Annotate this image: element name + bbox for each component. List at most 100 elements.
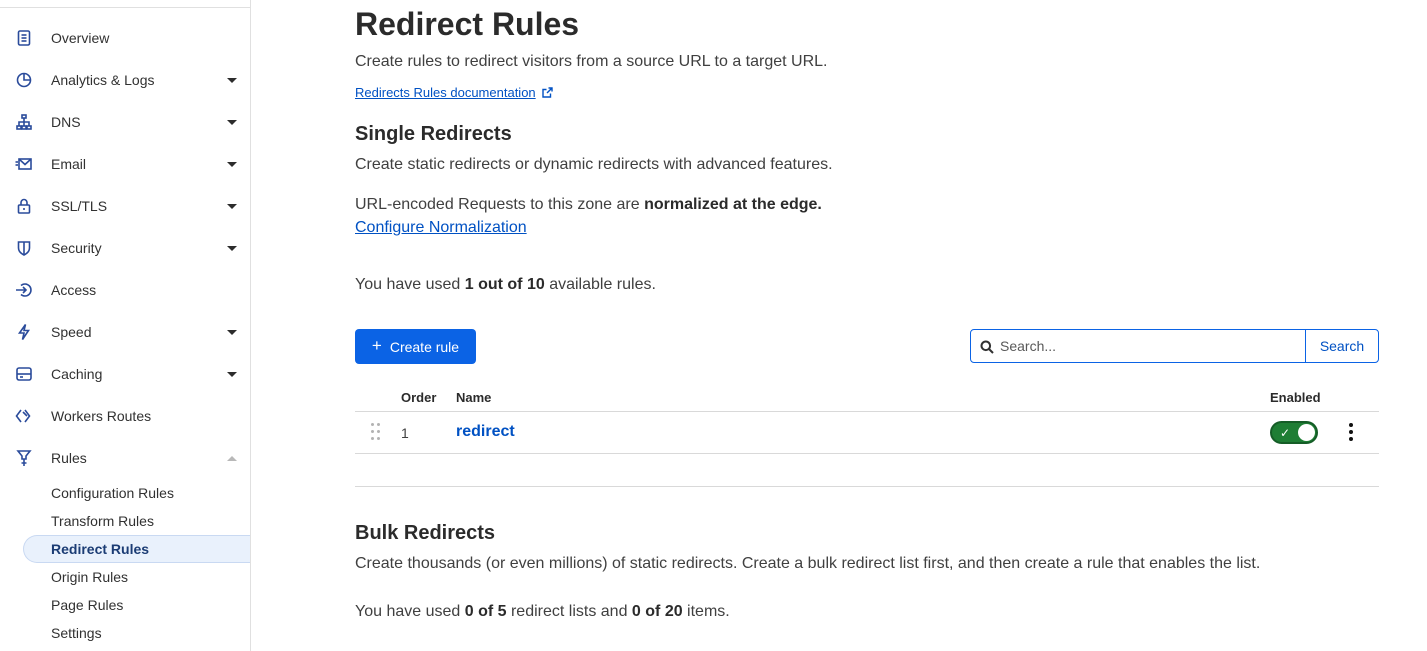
plus-icon: + bbox=[371, 336, 382, 355]
lightning-icon bbox=[14, 322, 34, 342]
sidebar-item-label: Analytics & Logs bbox=[51, 72, 155, 88]
sidebar-item-security[interactable]: Security bbox=[0, 227, 250, 269]
sidebar-subitem-page-rules[interactable]: Page Rules bbox=[23, 591, 250, 619]
external-link-icon bbox=[541, 87, 553, 98]
sidebar-item-label: Access bbox=[51, 282, 97, 298]
usage-prefix: You have used bbox=[355, 276, 465, 293]
more-options-icon[interactable] bbox=[1345, 422, 1357, 444]
chevron-up-icon[interactable] bbox=[227, 456, 237, 461]
bulk-usage-text: You have used 0 of 5 redirect lists and … bbox=[355, 603, 730, 621]
sidebar-subitem-configuration-rules[interactable]: Configuration Rules bbox=[23, 479, 250, 507]
network-icon bbox=[14, 112, 34, 132]
rules-usage-text: You have used 1 out of 10 available rule… bbox=[355, 276, 656, 294]
chevron-down-icon[interactable] bbox=[227, 246, 237, 251]
rule-name-link[interactable]: redirect bbox=[456, 423, 515, 441]
workers-icon bbox=[14, 406, 34, 426]
sidebar-item-email[interactable]: Email bbox=[0, 143, 250, 185]
sidebar-item-analytics-logs[interactable]: Analytics & Logs bbox=[0, 59, 250, 101]
email-icon bbox=[14, 154, 34, 174]
normalization-prefix: URL-encoded Requests to this zone are bbox=[355, 196, 645, 213]
single-redirects-heading: Single Redirects bbox=[355, 123, 512, 145]
sidebar-subitem-label: Page Rules bbox=[51, 597, 124, 613]
chevron-down-icon[interactable] bbox=[227, 372, 237, 377]
bulk-lists-count: 0 of 5 bbox=[464, 603, 507, 620]
page-description: Create rules to redirect visitors from a… bbox=[355, 53, 828, 70]
search-field bbox=[971, 330, 1305, 362]
table-header-divider bbox=[355, 411, 1379, 412]
sidebar-item-label: DNS bbox=[51, 114, 81, 130]
bulk-usage-mid: redirect lists and bbox=[506, 603, 632, 620]
usage-count: 1 out of 10 bbox=[464, 276, 545, 293]
bulk-redirects-heading: Bulk Redirects bbox=[355, 522, 496, 544]
create-rule-button[interactable]: + Create rule bbox=[355, 329, 476, 364]
sidebar-subitem-label: Settings bbox=[51, 625, 102, 641]
check-icon: ✓ bbox=[1280, 426, 1291, 440]
bulk-redirects-description: Create thousands (or even millions) of s… bbox=[355, 555, 1261, 572]
sidebar-item-label: Caching bbox=[51, 366, 103, 382]
sidebar-subitem-label: Redirect Rules bbox=[51, 541, 150, 557]
sidebar-item-label: SSL/TLS bbox=[51, 198, 108, 214]
document-icon bbox=[14, 28, 34, 48]
usage-suffix: available rules. bbox=[544, 276, 656, 293]
bulk-items-count: 0 of 20 bbox=[631, 603, 683, 620]
sidebar-subitem-redirect-rules[interactable]: Redirect Rules bbox=[23, 535, 250, 563]
search-icon bbox=[980, 340, 994, 354]
column-header-enabled: Enabled bbox=[1270, 390, 1321, 405]
search-button[interactable]: Search bbox=[1305, 330, 1378, 362]
page-title: Redirect Rules bbox=[355, 6, 580, 42]
chevron-down-icon[interactable] bbox=[227, 204, 237, 209]
sidebar-subitem-transform-rules[interactable]: Transform Rules bbox=[23, 507, 250, 535]
sidebar-item-dns[interactable]: DNS bbox=[0, 101, 250, 143]
sidebar-item-workers-routes[interactable]: Workers Routes bbox=[0, 395, 250, 437]
create-rule-label: Create rule bbox=[389, 338, 460, 355]
chevron-down-icon[interactable] bbox=[227, 78, 237, 83]
documentation-link[interactable]: Redirects Rules documentation bbox=[355, 85, 553, 100]
toggle-knob bbox=[1298, 424, 1315, 441]
divider bbox=[0, 7, 250, 8]
access-icon bbox=[14, 280, 34, 300]
single-redirects-description: Create static redirects or dynamic redir… bbox=[355, 156, 833, 173]
table-row-divider bbox=[355, 453, 1379, 454]
sidebar-subitem-origin-rules[interactable]: Origin Rules bbox=[23, 563, 250, 591]
search-input[interactable] bbox=[971, 330, 1305, 362]
sidebar-subitem-settings[interactable]: Settings bbox=[23, 619, 250, 647]
chevron-down-icon[interactable] bbox=[227, 330, 237, 335]
sidebar-item-label: Rules bbox=[51, 450, 87, 466]
sidebar-subitem-label: Configuration Rules bbox=[51, 485, 174, 501]
sidebar-item-ssl-tls[interactable]: SSL/TLS bbox=[0, 185, 250, 227]
configure-normalization-link[interactable]: Configure Normalization bbox=[355, 219, 527, 237]
shield-icon bbox=[14, 238, 34, 258]
column-header-name: Name bbox=[456, 390, 492, 405]
pie-chart-icon bbox=[14, 70, 34, 90]
column-header-order: Order bbox=[401, 390, 437, 405]
drag-handle-icon[interactable] bbox=[371, 423, 381, 443]
sidebar-item-label: Speed bbox=[51, 324, 92, 340]
sidebar-subitem-label: Origin Rules bbox=[51, 569, 129, 585]
main-content: Redirect Rules Create rules to redirect … bbox=[355, 0, 1380, 651]
sidebar-item-label: Overview bbox=[51, 30, 110, 46]
sidebar-item-access[interactable]: Access bbox=[0, 269, 250, 311]
rules-icon bbox=[14, 448, 34, 468]
sidebar-item-label: Workers Routes bbox=[51, 408, 152, 424]
sidebar-subitem-label: Transform Rules bbox=[51, 513, 154, 529]
chevron-down-icon[interactable] bbox=[227, 120, 237, 125]
lock-icon bbox=[14, 196, 34, 216]
documentation-link-label: Redirects Rules documentation bbox=[355, 85, 536, 100]
bulk-usage-suffix: items. bbox=[682, 603, 730, 620]
sidebar-item-label: Security bbox=[51, 240, 102, 256]
sidebar-item-caching[interactable]: Caching bbox=[0, 353, 250, 395]
storage-icon bbox=[14, 364, 34, 384]
search-group: Search bbox=[970, 329, 1379, 363]
chevron-down-icon[interactable] bbox=[227, 162, 237, 167]
rule-order: 1 bbox=[401, 425, 409, 441]
section-divider bbox=[355, 486, 1379, 487]
bulk-usage-prefix: You have used bbox=[355, 603, 465, 620]
normalization-bold: normalized at the edge. bbox=[644, 196, 822, 213]
normalization-text: URL-encoded Requests to this zone are no… bbox=[355, 196, 822, 214]
rule-enabled-toggle[interactable]: ✓ bbox=[1270, 421, 1318, 444]
sidebar-item-label: Email bbox=[51, 156, 87, 172]
sidebar-item-speed[interactable]: Speed bbox=[0, 311, 250, 353]
sidebar-item-rules[interactable]: Rules bbox=[0, 437, 250, 479]
sidebar-item-overview[interactable]: Overview bbox=[0, 17, 250, 59]
sidebar: Overview Analytics & Logs DNS Email SSL/… bbox=[0, 0, 251, 651]
